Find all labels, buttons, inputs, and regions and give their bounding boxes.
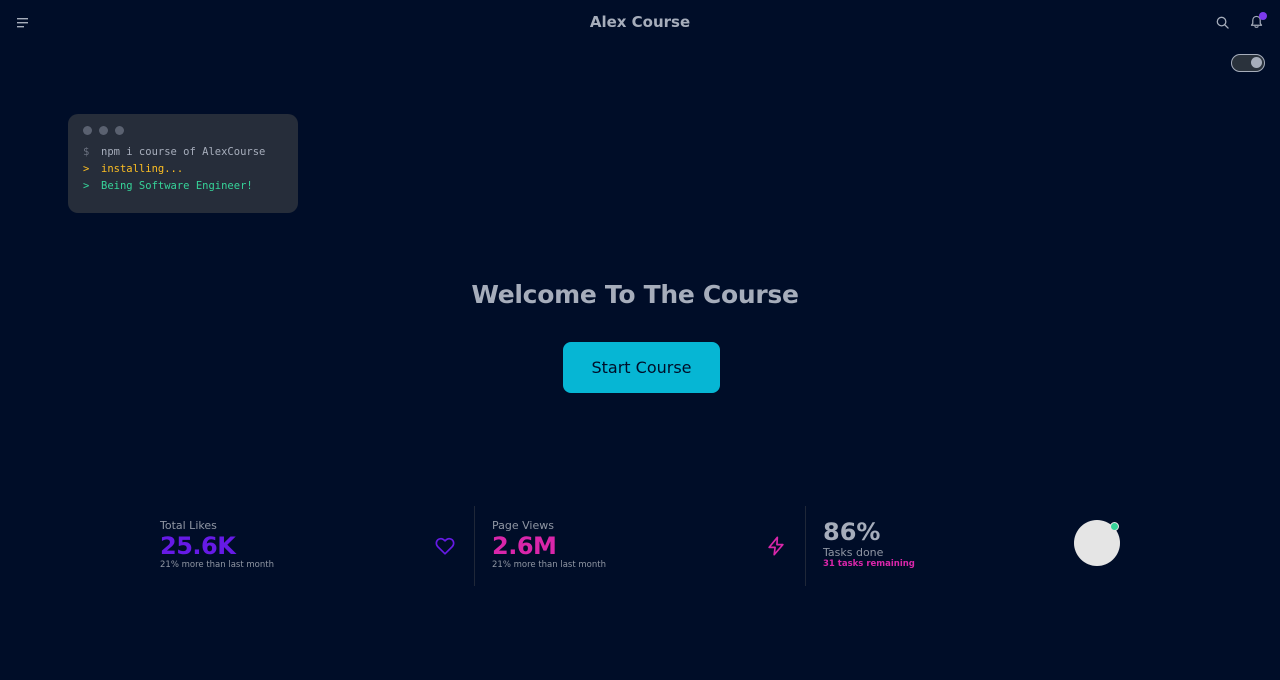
stat-total-likes: Total Likes 25.6K 21% more than last mon…: [143, 506, 474, 586]
navbar: Alex Course: [0, 0, 1280, 45]
heart-icon: [435, 537, 455, 555]
terminal-dot: [99, 126, 108, 135]
stat-title: Total Likes: [160, 519, 217, 532]
terminal-window-dots: [83, 126, 283, 135]
terminal-mockup: $ npm i course of AlexCourse > installing..…: [68, 114, 298, 213]
hamburger-icon: [17, 18, 28, 28]
terminal-line: > Being Software Engineer!: [83, 178, 283, 195]
avatar-wrapper: [1074, 520, 1120, 566]
terminal-prompt: >: [83, 163, 90, 175]
notifications-button[interactable]: [1245, 11, 1267, 33]
terminal-text: Being Software Engineer!: [101, 180, 253, 192]
stat-desc: 21% more than last month: [492, 560, 606, 570]
terminal-lines: $ npm i course of AlexCourse > installing..…: [83, 144, 283, 195]
terminal-prompt: $: [83, 146, 90, 158]
terminal-dot: [83, 126, 92, 135]
stat-page-views: Page Views 2.6M 21% more than last month: [474, 506, 805, 586]
terminal-text: installing...: [101, 163, 184, 175]
terminal-line: > installing...: [83, 161, 283, 178]
search-button[interactable]: [1211, 11, 1233, 33]
start-course-button[interactable]: Start Course: [563, 342, 720, 393]
terminal-line: $ npm i course of AlexCourse: [83, 144, 283, 161]
stat-value: 25.6K: [160, 532, 236, 560]
hero-title: Welcome To The Course: [471, 280, 799, 309]
theme-toggle[interactable]: [1231, 54, 1265, 72]
stat-value: 2.6M: [492, 532, 557, 560]
menu-button[interactable]: [12, 12, 34, 34]
notification-badge: [1259, 12, 1267, 20]
stat-tasks: 86% Tasks done 31 tasks remaining: [805, 506, 1136, 586]
online-status-indicator: [1110, 522, 1119, 531]
brand-container: Alex Course: [0, 0, 1280, 45]
theme-toggle-knob: [1251, 57, 1262, 68]
search-icon: [1216, 16, 1229, 29]
terminal-text: npm i course of AlexCourse: [101, 146, 266, 158]
terminal-dot: [115, 126, 124, 135]
stats-panel: Total Likes 25.6K 21% more than last mon…: [143, 506, 1137, 586]
lightning-icon: [768, 536, 784, 556]
stat-title: Page Views: [492, 519, 554, 532]
terminal-prompt: >: [83, 180, 90, 192]
stat-desc: 21% more than last month: [160, 560, 274, 570]
brand-title[interactable]: Alex Course: [590, 13, 690, 31]
